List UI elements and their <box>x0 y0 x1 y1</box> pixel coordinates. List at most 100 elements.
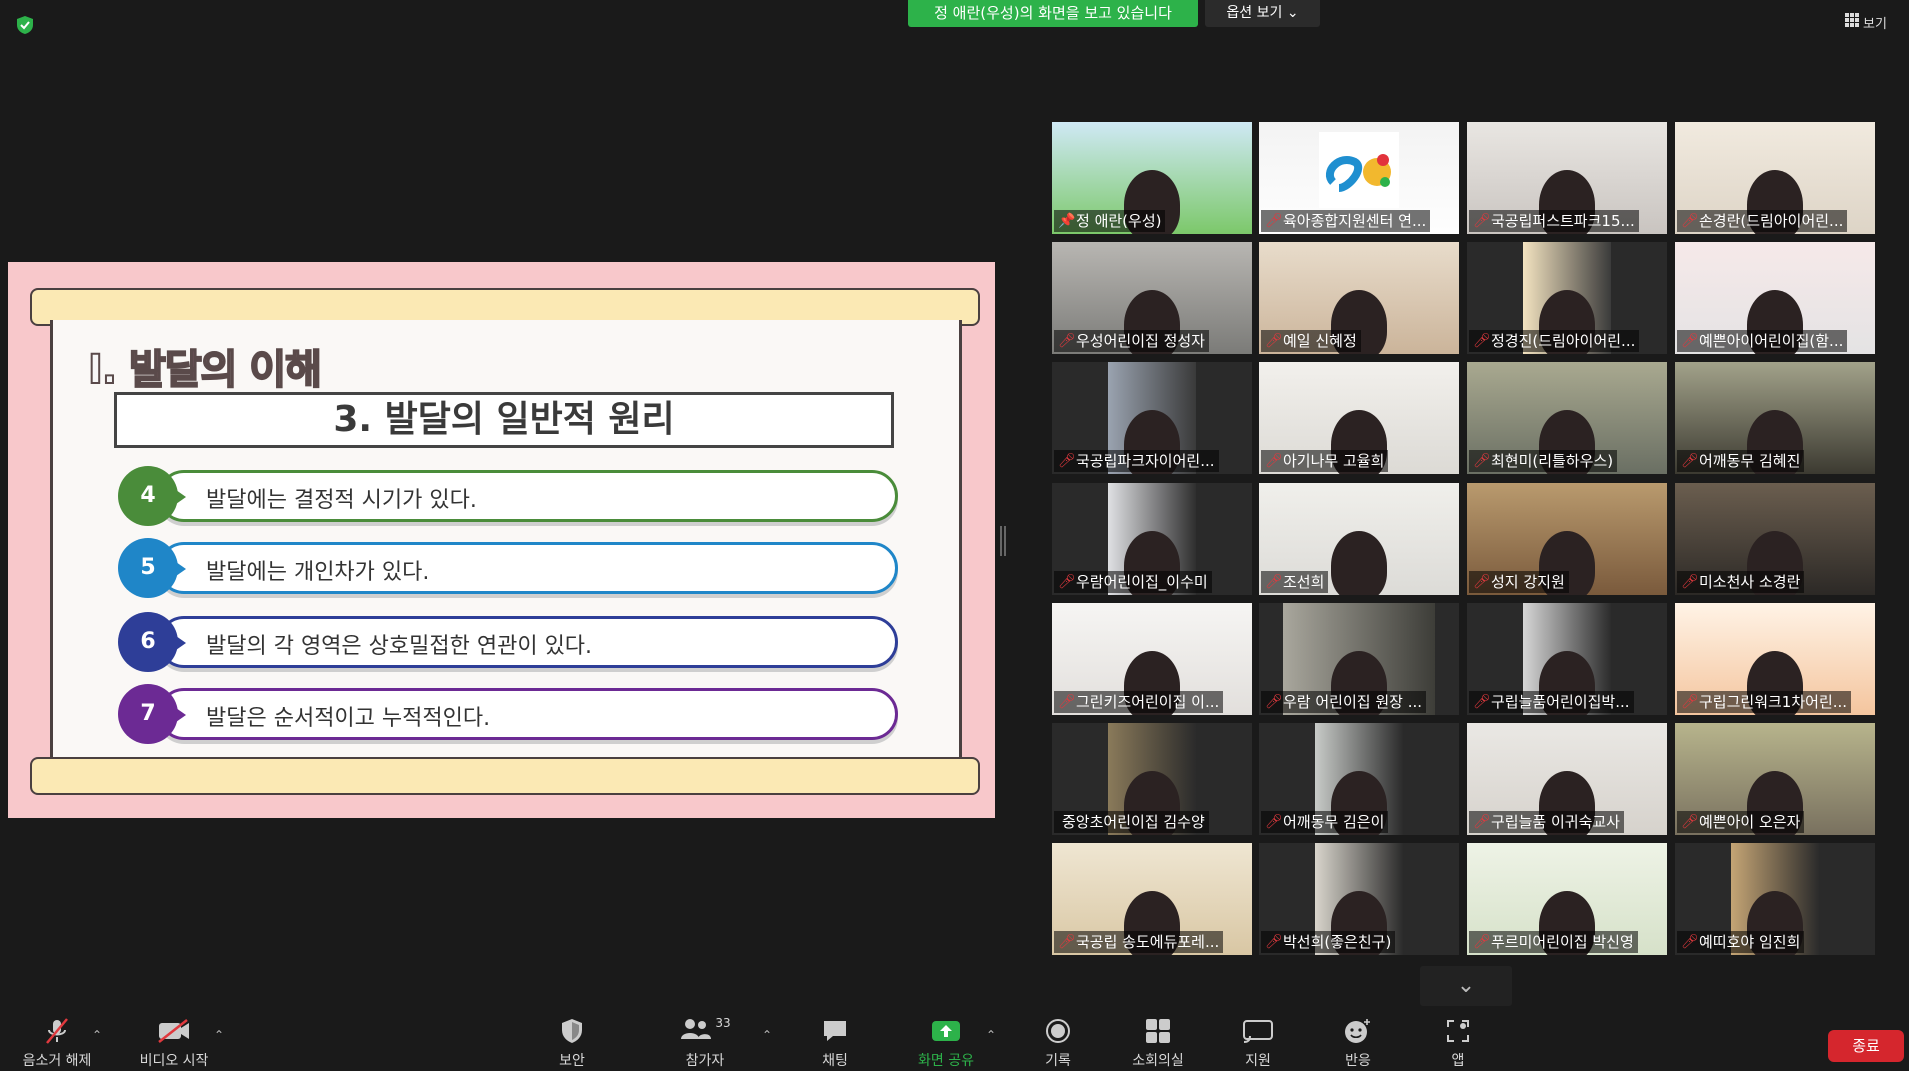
participant-tile[interactable]: 🎤︎ 어깨동무 김은이 <box>1259 723 1459 835</box>
participant-tile[interactable]: 🎤︎ 우람 어린이집 원장 ... <box>1259 603 1459 715</box>
participant-tile[interactable]: 🎤︎ 예쁜아이 오은자 <box>1675 723 1875 835</box>
participant-tile[interactable]: 🎤︎ 박선희(좋은친구) <box>1259 843 1459 955</box>
video-options-caret[interactable]: ⌃ <box>214 1028 224 1042</box>
muted-mic-icon: 🎤︎ <box>1681 934 1699 950</box>
end-meeting-button[interactable]: 종료 <box>1828 1030 1904 1062</box>
breakout-rooms-button[interactable]: 소회의실 <box>1122 1016 1194 1070</box>
share-screen-button[interactable]: 화면 공유 <box>906 1016 986 1070</box>
gallery-next-page-button[interactable]: ⌄ <box>1420 966 1512 1006</box>
arrow-icon <box>176 636 186 650</box>
muted-mic-icon: 🎤︎ <box>1058 694 1076 710</box>
view-button-label: 보기 <box>1863 16 1887 32</box>
scroll-bottom-decoration <box>30 757 980 795</box>
video-off-icon <box>130 1016 218 1046</box>
participant-tile[interactable]: 🎤︎ 미소천사 소경란 <box>1675 483 1875 595</box>
muted-mic-icon <box>20 1016 94 1046</box>
participant-name: 그린키즈어린이집 이... <box>1076 693 1220 711</box>
muted-mic-icon: 🎤︎ <box>1473 574 1491 590</box>
participant-tile[interactable]: 🎤︎ 아기나무 고율희 <box>1259 362 1459 474</box>
participant-name-label: 중앙초어린이집 김수양 <box>1054 811 1209 833</box>
principle-item: 5 발달에는 개인차가 있다. <box>118 538 898 598</box>
security-shield-icon[interactable] <box>14 14 36 36</box>
muted-mic-icon: 🎤︎ <box>1681 213 1699 229</box>
principle-title: 3. 발달의 일반적 원리 <box>114 392 894 448</box>
participant-name-label: 🎤︎ 예일 신혜정 <box>1261 330 1361 352</box>
participant-tile[interactable]: 🎤︎ 조선희 <box>1259 483 1459 595</box>
participant-tile[interactable]: 🎤︎ 구립늘품 이귀숙교사 <box>1467 723 1667 835</box>
participant-name-label: 🎤︎ 구립늘품어린이집박... <box>1469 691 1634 713</box>
participant-tile[interactable]: 🎤︎ 어깨동무 김혜진 <box>1675 362 1875 474</box>
participant-name: 어깨동무 김은이 <box>1283 813 1385 831</box>
participant-tile[interactable]: 🎤︎ 손경란(드림아이어린... <box>1675 122 1875 234</box>
participant-tile[interactable]: 🎤︎ 국공립퍼스트파크15... <box>1467 122 1667 234</box>
participant-tile[interactable]: 🎤︎ 구립늘품어린이집박... <box>1467 603 1667 715</box>
start-video-button[interactable]: 비디오 시작 <box>130 1016 218 1070</box>
participant-tile[interactable]: 🎤︎ 육아종합지원센터 연... <box>1259 122 1459 234</box>
participant-name: 국공립퍼스트파크15... <box>1491 212 1635 230</box>
smiley-icon <box>1330 1016 1386 1046</box>
principle-item-text: 발달은 순서적이고 누적적인다. <box>206 706 491 731</box>
participant-tile[interactable]: 🎤︎ 정경진(드림아이어린... <box>1467 242 1667 354</box>
record-button[interactable]: 기록 <box>1030 1016 1086 1070</box>
muted-mic-icon: 🎤︎ <box>1681 333 1699 349</box>
participant-name: 최현미(리틀하우스) <box>1491 452 1614 470</box>
participant-tile[interactable]: 🎤︎ 우람어린이집_이수미 <box>1052 483 1252 595</box>
participant-name-label: 🎤︎ 어깨동무 김은이 <box>1261 811 1389 833</box>
share-options-caret[interactable]: ⌃ <box>986 1028 996 1042</box>
participant-tile[interactable]: 🎤︎ 예쁜아이어린이집(함... <box>1675 242 1875 354</box>
participant-name-label: 🎤︎ 아기나무 고율희 <box>1261 450 1389 472</box>
chat-button[interactable]: 채팅 <box>806 1016 864 1070</box>
participant-name: 예일 신혜정 <box>1283 332 1357 350</box>
participant-name-label: 🎤︎ 국공립 송도에듀포레... <box>1054 931 1224 953</box>
participant-tile[interactable]: 🎤︎ 국공립파크자이어린... <box>1052 362 1252 474</box>
reactions-button[interactable]: 반응 <box>1330 1016 1386 1070</box>
participant-name: 구립그린워크1차어린... <box>1699 693 1848 711</box>
principle-item: 4 발달에는 결정적 시기가 있다. <box>118 466 898 526</box>
participant-name: 우람 어린이집 원장 ... <box>1283 693 1423 711</box>
participant-name: 성지 강지원 <box>1491 573 1565 591</box>
remote-support-button[interactable]: 지원 <box>1228 1016 1288 1070</box>
split-divider-handle[interactable] <box>1000 526 1006 556</box>
security-button[interactable]: 보안 <box>542 1016 602 1070</box>
audio-options-caret[interactable]: ⌃ <box>92 1028 102 1042</box>
participant-tile[interactable]: 🎤︎ 예띠호야 임진희 <box>1675 843 1875 955</box>
record-icon <box>1030 1016 1086 1046</box>
participant-tile[interactable]: 🎤︎ 예일 신혜정 <box>1259 242 1459 354</box>
principle-number-badge: 5 <box>118 538 178 598</box>
view-button[interactable]: 보기 <box>1845 10 1905 34</box>
participant-tile[interactable]: 🎤︎ 구립그린워크1차어린... <box>1675 603 1875 715</box>
principle-number-badge: 7 <box>118 684 178 744</box>
view-options-button[interactable]: 옵션 보기 ⌄ <box>1205 0 1320 27</box>
muted-mic-icon: 🎤︎ <box>1473 694 1491 710</box>
principle-item-text: 발달에는 개인차가 있다. <box>206 560 430 585</box>
participant-name: 구립늘품어린이집박... <box>1491 693 1630 711</box>
muted-mic-icon: 🎤︎ <box>1265 574 1283 590</box>
unmute-button[interactable]: 음소거 해제 <box>20 1016 94 1070</box>
participant-name-label: 🎤︎ 최현미(리틀하우스) <box>1469 450 1618 472</box>
participant-name-label: 🎤︎ 어깨동무 김혜진 <box>1677 450 1805 472</box>
participants-button[interactable]: 33 참가자 <box>668 1016 742 1070</box>
participants-options-caret[interactable]: ⌃ <box>762 1028 772 1042</box>
participant-name-label: 🎤︎ 우람 어린이집 원장 ... <box>1261 691 1427 713</box>
grid-view-icon <box>1845 13 1859 31</box>
muted-mic-icon: 🎤︎ <box>1473 213 1491 229</box>
participant-tile[interactable]: 🎤︎ 최현미(리틀하우스) <box>1467 362 1667 474</box>
participant-tile[interactable]: 📌 정 애란(우성) <box>1052 122 1252 234</box>
participant-name: 어깨동무 김혜진 <box>1699 452 1801 470</box>
participant-tile[interactable]: 중앙초어린이집 김수양 <box>1052 723 1252 835</box>
participant-tile[interactable]: 🎤︎ 푸르미어린이집 박신영 <box>1467 843 1667 955</box>
participant-tile[interactable]: 🎤︎ 우성어린이집 정성자 <box>1052 242 1252 354</box>
muted-mic-icon: 🎤︎ <box>1681 453 1699 469</box>
participant-tile[interactable]: 🎤︎ 성지 강지원 <box>1467 483 1667 595</box>
participant-name: 예쁜아이어린이집(함... <box>1699 332 1844 350</box>
muted-mic-icon: 🎤︎ <box>1473 934 1491 950</box>
participant-tile[interactable]: 🎤︎ 국공립 송도에듀포레... <box>1052 843 1252 955</box>
participant-tile[interactable]: 🎤︎ 그린키즈어린이집 이... <box>1052 603 1252 715</box>
participant-name: 푸르미어린이집 박신영 <box>1491 933 1634 951</box>
muted-mic-icon: 🎤︎ <box>1265 213 1283 229</box>
muted-mic-icon: 🎤︎ <box>1473 333 1491 349</box>
participant-name-label: 🎤︎ 조선희 <box>1261 571 1329 593</box>
apps-button[interactable]: 앱 <box>1430 1016 1486 1070</box>
remote-support-icon <box>1228 1016 1288 1046</box>
participant-name-label: 🎤︎ 푸르미어린이집 박신영 <box>1469 931 1638 953</box>
